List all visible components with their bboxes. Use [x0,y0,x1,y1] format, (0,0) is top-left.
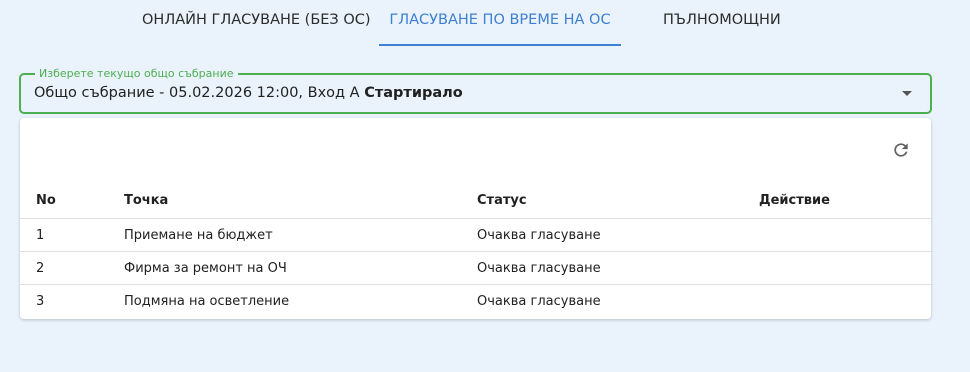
cell-item: Фирма за ремонт на ОЧ [124,251,477,285]
tab-bar: ОНЛАЙН ГЛАСУВАНЕ (БЕЗ ОС) ГЛАСУВАНЕ ПО В… [0,0,970,46]
column-header-status: Статус [477,182,759,219]
cell-item: Приемане на бюджет [124,218,477,252]
tab-proxies[interactable]: ПЪЛНОМОЩНИ [663,0,781,44]
assembly-select-label: Изберете текущо общо събрание [35,67,238,80]
cell-item: Подмяна на осветление [124,293,290,309]
column-header-item: Точка [124,182,477,219]
cell-no: 3 [36,293,45,309]
tab-voting-during-assembly[interactable]: ГЛАСУВАНЕ ПО ВРЕМЕ НА ОС [379,0,621,46]
cell-status: Очаква гласуване [477,218,759,252]
table-header-row: No Точка Статус Действие [20,182,931,219]
assembly-select[interactable]: Изберете текущо общо събрание Общо събра… [19,67,932,114]
cell-action [759,251,931,285]
cell-action [759,218,931,252]
refresh-button[interactable] [889,138,913,162]
cell-status: Очаква гласуване [477,251,759,285]
assembly-select-value: Общо събрание - 05.02.2026 12:00, Вход А… [34,85,463,101]
cell-action [759,285,931,318]
table-row: 3 Подмяна на осветление Очаква гласуване [20,285,931,318]
cell-no: 1 [20,218,124,252]
table-row: 1 Приемане на бюджет Очаква гласуване [20,218,931,252]
agenda-table: No Точка Статус Действие 1 Приемане на б… [20,182,931,317]
column-header-no: No [20,182,124,219]
assembly-select-value-text: Общо събрание - 05.02.2026 12:00, Вход А [34,85,360,101]
chevron-down-icon[interactable] [902,91,912,96]
tab-online-voting[interactable]: ОНЛАЙН ГЛАСУВАНЕ (БЕЗ ОС) [142,0,371,44]
refresh-icon [894,143,908,157]
cell-status: Очаква гласуване [477,293,601,309]
table-row: 2 Фирма за ремонт на ОЧ Очаква гласуване [20,251,931,285]
cell-no: 2 [20,251,124,285]
assembly-status: Стартирало [364,85,463,101]
column-header-action: Действие [759,182,931,219]
agenda-card: No Точка Статус Действие 1 Приемане на б… [20,118,931,319]
